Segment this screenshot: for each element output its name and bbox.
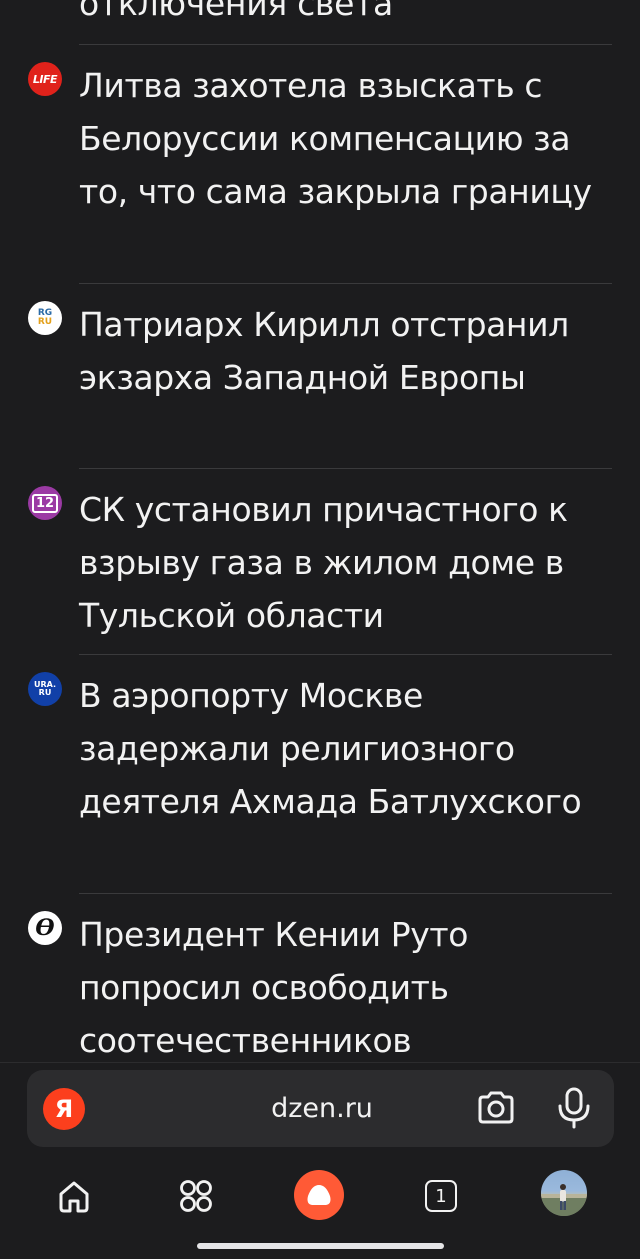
bottom-navigation: 1	[0, 1160, 640, 1230]
news-item[interactable]: LIFE Литва захотела взыскать с Белорусси…	[0, 59, 640, 279]
profile-avatar[interactable]	[541, 1170, 587, 1216]
news-title[interactable]: Патриарх Кирилл отстранил экзарха Западн…	[79, 298, 619, 404]
news-item[interactable]: Ө Президент Кении Руто попросил освободи…	[0, 908, 640, 1062]
news-item[interactable]: 12 СК установил причастного к взрыву газ…	[0, 483, 640, 649]
divider	[79, 893, 612, 894]
url-text[interactable]: dzen.ru	[207, 1070, 437, 1147]
home-icon[interactable]	[46, 1168, 102, 1224]
tabs-icon[interactable]: 1	[425, 1180, 457, 1212]
microphone-icon[interactable]	[554, 1086, 594, 1130]
source-kp-icon: Ө	[28, 911, 62, 945]
alice-icon[interactable]	[294, 1170, 344, 1220]
news-feed: отключения света LIFE Литва захотела взы…	[0, 0, 640, 1062]
divider	[79, 654, 612, 655]
divider	[79, 468, 612, 469]
news-title[interactable]: Литва захотела взыскать с Белоруссии ком…	[79, 59, 619, 218]
home-indicator	[197, 1243, 444, 1249]
camera-search-icon[interactable]	[474, 1088, 518, 1128]
source-ura-icon: URA. RU	[28, 672, 62, 706]
tabs-count: 1	[435, 1185, 447, 1207]
news-title[interactable]: В аэропорту Москве задержали религиозног…	[79, 669, 619, 828]
address-bar[interactable]: Я dzen.ru	[27, 1070, 614, 1147]
news-item[interactable]: URA. RU В аэропорту Москве задержали рел…	[0, 669, 640, 889]
services-grid-icon[interactable]	[168, 1168, 224, 1224]
divider	[79, 44, 612, 45]
news-item[interactable]: RG RU Патриарх Кирилл отстранил экзарха …	[0, 298, 640, 464]
yandex-logo-icon[interactable]: Я	[43, 1088, 85, 1130]
news-title-partial[interactable]: отключения света	[79, 0, 393, 30]
divider	[0, 1062, 640, 1063]
source-rg-icon: RG RU	[28, 301, 62, 335]
news-title[interactable]: СК установил причастного к взрыву газа в…	[79, 483, 619, 642]
news-title[interactable]: Президент Кении Руто попросил освободить…	[79, 908, 619, 1062]
divider	[79, 283, 612, 284]
source-12-icon: 12	[28, 486, 62, 520]
source-life-icon: LIFE	[28, 62, 62, 96]
